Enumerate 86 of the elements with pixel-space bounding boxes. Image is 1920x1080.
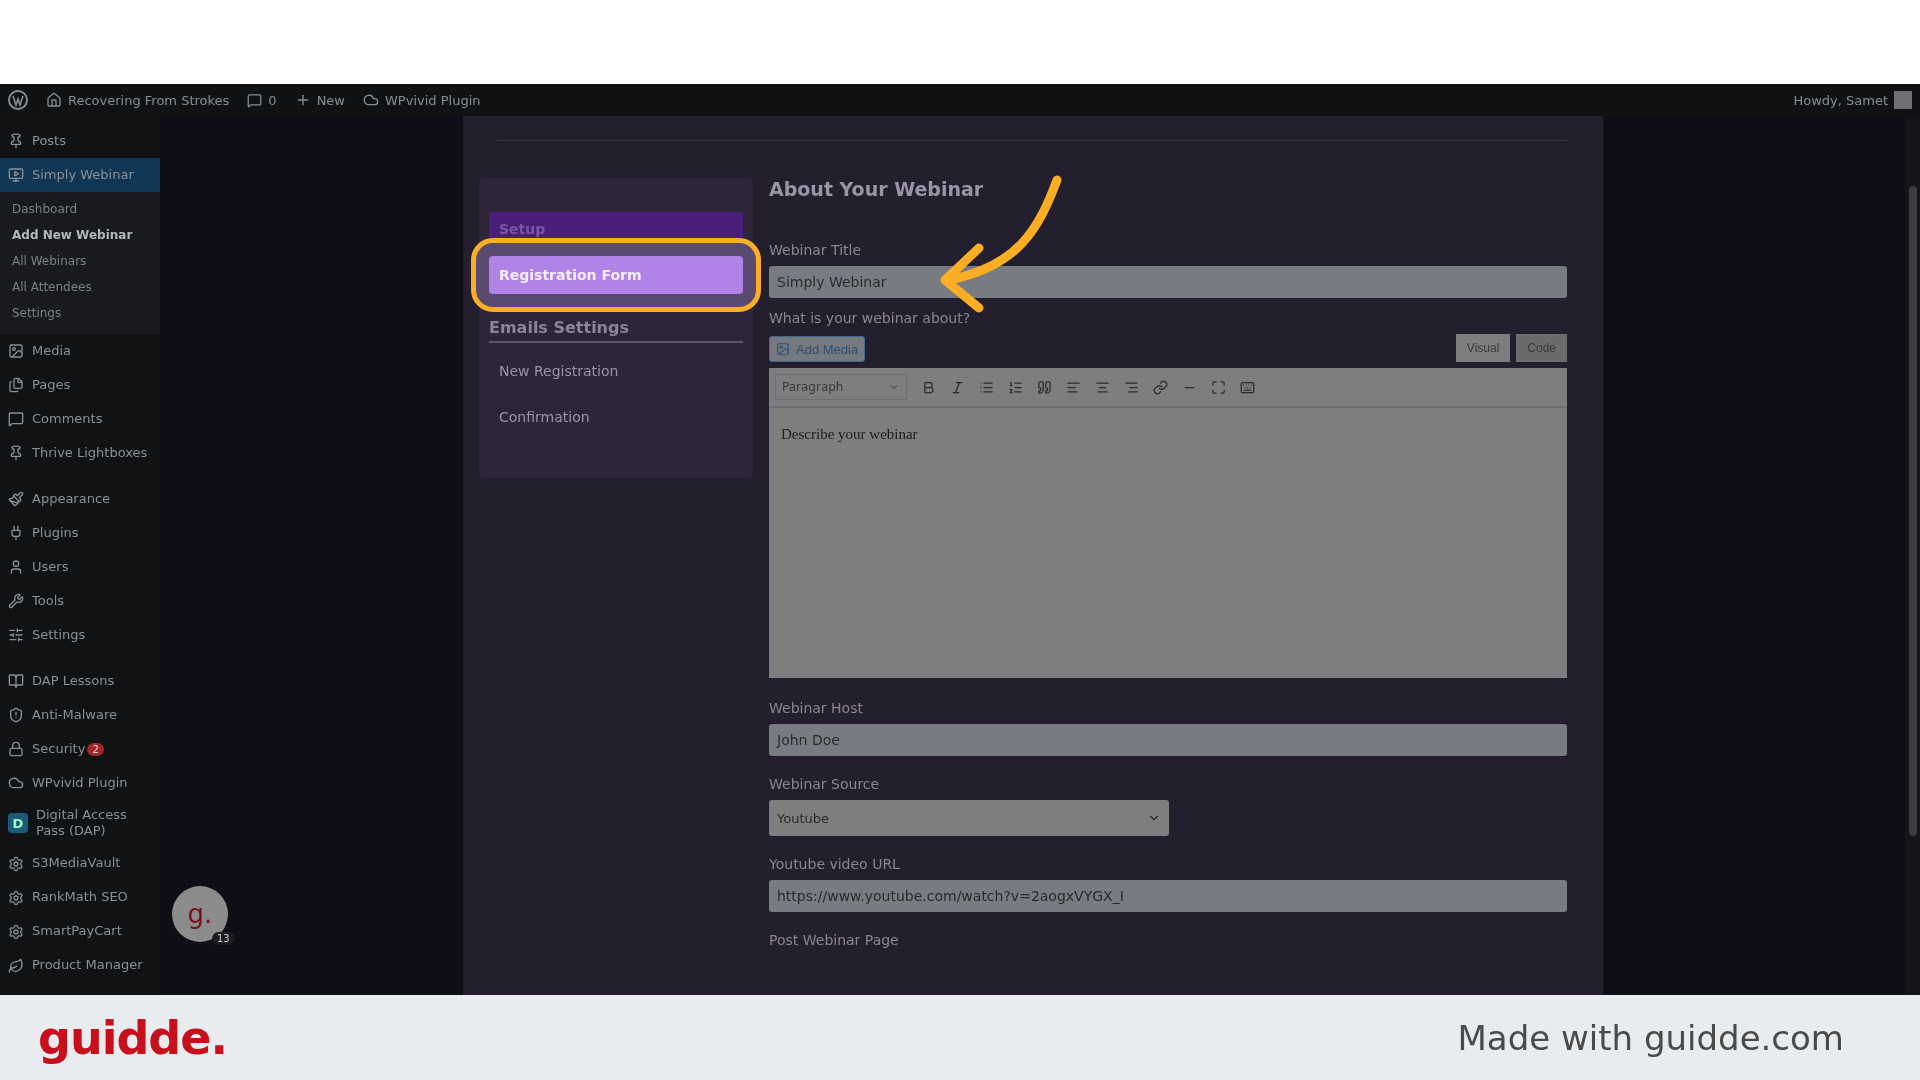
sidebar-item[interactable]: DAP Lessons: [0, 664, 160, 698]
greeting-link[interactable]: Howdy, Samet: [1793, 92, 1888, 108]
align-right-icon[interactable]: [1124, 379, 1139, 395]
align-left-icon[interactable]: [1066, 379, 1081, 395]
sidebar-item[interactable]: WPvivid Plugin: [0, 766, 160, 800]
field-label: Webinar Source: [769, 776, 881, 792]
credit-text: Made with guidde.com: [1457, 1017, 1844, 1058]
gear-icon: [8, 855, 24, 872]
pin-icon: [8, 445, 24, 461]
book-icon: [8, 673, 24, 689]
pin-icon: [8, 133, 24, 149]
plugin-link[interactable]: WPvivid Plugin: [385, 92, 481, 108]
sidebar-item[interactable]: Settings: [0, 618, 160, 652]
input-field[interactable]: https://www.youtube.com/watch?v=2aogxVYGX_I: [769, 880, 1567, 912]
bullet-list-icon[interactable]: [979, 379, 994, 395]
wrench-icon: [8, 593, 24, 609]
sidebar-item[interactable]: Pages: [0, 368, 160, 402]
count-badge: 2: [87, 742, 104, 756]
gear-icon: [8, 923, 24, 940]
form-title: About Your Webinar: [769, 178, 985, 200]
align-center-icon[interactable]: [1095, 379, 1110, 395]
email-link[interactable]: Confirmation: [489, 395, 743, 435]
editor-area[interactable]: Describe your webinar: [769, 408, 1567, 678]
field-label: Youtube video URL: [769, 856, 901, 872]
submenu-item[interactable]: Add New Webinar: [0, 222, 160, 248]
letter-logo-icon: D: [8, 813, 28, 834]
gear-icon: [8, 889, 24, 906]
section-heading: Emails Settings: [489, 318, 743, 343]
sidebar-item[interactable]: Media: [0, 334, 160, 368]
source-select[interactable]: Youtube: [769, 800, 1169, 836]
sidebar-item[interactable]: Simply Webinar: [0, 158, 160, 192]
comment-icon[interactable]: [247, 92, 263, 108]
user-icon: [8, 559, 24, 575]
sidebar-item[interactable]: Appearance: [0, 482, 160, 516]
email-link[interactable]: New Registration: [489, 349, 743, 389]
sidebar-item[interactable]: S3MediaVault: [0, 846, 160, 881]
pages-icon: [8, 377, 24, 393]
comment-icon: [8, 411, 24, 427]
new-link[interactable]: New: [316, 92, 345, 108]
sidebar-item[interactable]: RankMath SEO: [0, 880, 160, 915]
scrollbar-thumb[interactable]: [1908, 186, 1917, 836]
sidebar-item[interactable]: SmartPayCart: [0, 914, 160, 949]
sidebar-item[interactable]: Posts: [0, 124, 160, 158]
sidebar-item[interactable]: Users: [0, 550, 160, 584]
fullscreen-icon[interactable]: [1211, 379, 1226, 395]
keyboard-icon[interactable]: [1240, 379, 1255, 395]
field-label: Webinar Host: [769, 700, 864, 716]
sidebar-item[interactable]: Thrive Lightboxes: [0, 436, 160, 470]
bold-icon[interactable]: [921, 379, 936, 395]
sidebar-item[interactable]: Plugins: [0, 516, 160, 550]
sidebar-item[interactable]: Product Manager: [0, 948, 160, 983]
sidebar-item[interactable]: Tools: [0, 584, 160, 618]
brush-icon: [8, 491, 24, 507]
sidebar-item[interactable]: Comments: [0, 402, 160, 436]
home-icon[interactable]: [46, 92, 62, 108]
lock-icon: [8, 741, 24, 757]
input-field[interactable]: John Doe: [769, 724, 1567, 756]
comment-count: 0: [268, 92, 277, 108]
field-label: What is your webinar about?: [769, 310, 972, 326]
sliders-icon: [8, 627, 24, 643]
guidde-logo: guidde.: [38, 1010, 227, 1065]
wordpress-logo-icon[interactable]: [8, 90, 28, 110]
input-field[interactable]: Simply Webinar: [769, 266, 1567, 298]
screen-icon: [8, 167, 24, 183]
italic-icon[interactable]: [950, 379, 965, 395]
leaf-icon: [8, 957, 24, 974]
submenu-item[interactable]: Dashboard: [0, 196, 160, 222]
format-select[interactable]: Paragraph: [775, 374, 907, 400]
submenu-item[interactable]: Settings: [0, 300, 160, 326]
sidebar-item[interactable]: Anti-Malware: [0, 698, 160, 732]
quote-icon[interactable]: [1037, 379, 1052, 395]
site-name-link[interactable]: Recovering From Strokes: [68, 92, 230, 108]
field-label: Post Webinar Page: [769, 932, 900, 948]
media-icon: [776, 342, 790, 356]
numbered-list-icon[interactable]: [1008, 379, 1023, 395]
count-badge: 13: [212, 932, 235, 945]
cloud-icon[interactable]: [363, 92, 379, 108]
link-icon[interactable]: [1153, 379, 1168, 395]
media-icon: [8, 343, 24, 359]
submenu-item[interactable]: All Webinars: [0, 248, 160, 274]
sidebar-item[interactable]: Security 2: [0, 732, 160, 766]
shield-icon: [8, 707, 24, 723]
cloud-icon: [8, 775, 24, 791]
plug-icon: [8, 525, 24, 541]
field-label: Webinar Title: [769, 242, 863, 258]
submenu-item[interactable]: All Attendees: [0, 274, 160, 300]
